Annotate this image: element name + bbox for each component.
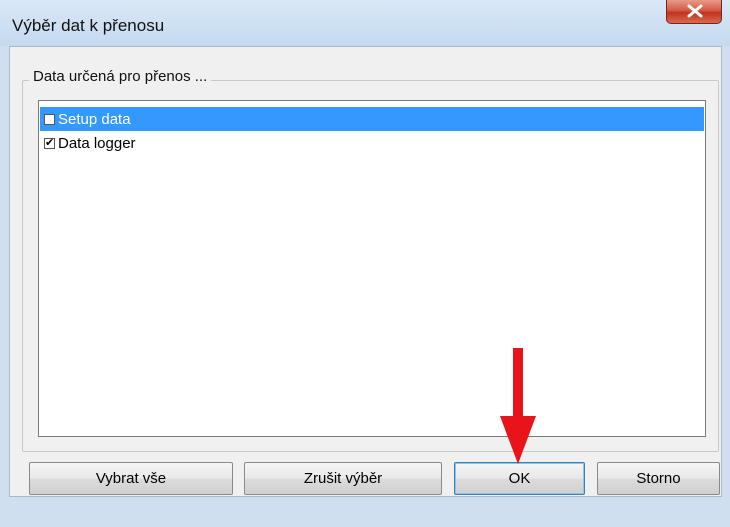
checkbox-data-logger[interactable]: ✔ — [44, 137, 55, 149]
data-list[interactable]: Setup data ✔ Data logger — [38, 100, 706, 437]
cancel-button[interactable]: Storno — [597, 462, 720, 495]
select-all-button[interactable]: Vybrat vše — [29, 462, 233, 495]
ok-button[interactable]: OK — [454, 462, 585, 495]
window-title: Výběr dat k přenosu — [12, 16, 165, 35]
group-box-label: Data určená pro přenos ... — [29, 68, 212, 85]
window-bottom-frame — [0, 497, 730, 527]
deselect-button[interactable]: Zrušit výběr — [244, 462, 442, 495]
close-icon — [687, 4, 703, 18]
list-item-setup-data[interactable]: Setup data — [40, 107, 704, 131]
close-button[interactable] — [666, 0, 722, 24]
arrow-down-icon — [500, 348, 536, 464]
list-item-data-logger[interactable]: ✔ Data logger — [40, 131, 704, 155]
checkbox-setup-data[interactable] — [44, 113, 55, 125]
list-item-label: Setup data — [58, 110, 131, 128]
dialog-window: Výběr dat k přenosu Data určená pro přen… — [0, 0, 730, 527]
list-item-label: Data logger — [58, 134, 136, 152]
title-bar[interactable]: Výběr dat k přenosu — [0, 0, 730, 46]
